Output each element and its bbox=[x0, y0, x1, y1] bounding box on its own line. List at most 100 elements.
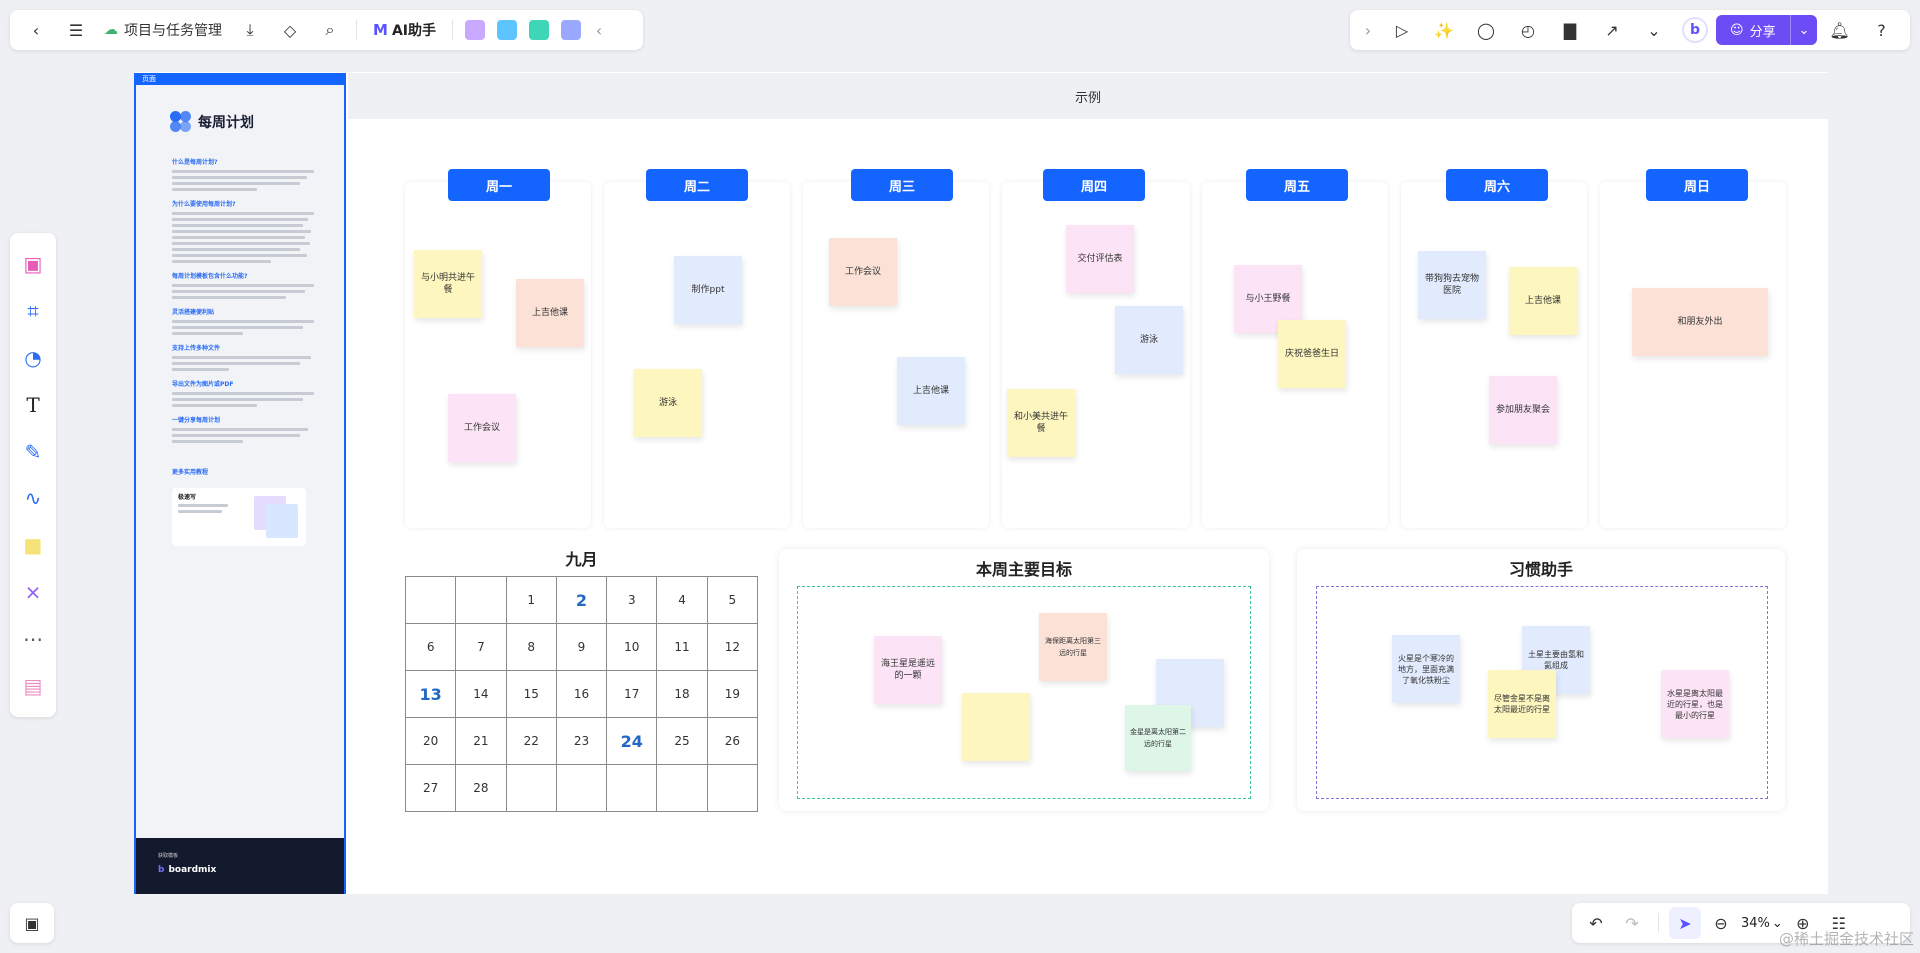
redo-button[interactable]: ↷ bbox=[1616, 907, 1648, 939]
habit-sticky-note[interactable]: 火星是个寒冷的地方，里面充满了氧化铁粉尘 bbox=[1392, 635, 1460, 703]
sticky-note[interactable]: 参加朋友聚会 bbox=[1489, 376, 1557, 444]
calendar-day-cell[interactable] bbox=[505, 764, 557, 812]
document-title[interactable]: ☁ 项目与任务管理 bbox=[96, 20, 230, 40]
sticky-note[interactable]: 带狗狗去宠物医院 bbox=[1418, 251, 1486, 319]
collapse-button[interactable]: ‹ bbox=[587, 10, 611, 50]
calendar-day-cell[interactable]: 11 bbox=[656, 623, 708, 671]
calendar-day-cell[interactable]: 14 bbox=[455, 670, 507, 718]
share-button[interactable]: ☺ 分享 ⌄ bbox=[1716, 15, 1818, 45]
share-main[interactable]: ☺ 分享 bbox=[1716, 21, 1790, 40]
calendar-day-cell[interactable]: 24 bbox=[606, 717, 658, 765]
calendar-day-cell[interactable]: 25 bbox=[656, 717, 708, 765]
sticky-note[interactable]: 工作会议 bbox=[448, 394, 516, 462]
back-button[interactable]: ‹ bbox=[16, 10, 56, 50]
calendar-day-cell[interactable] bbox=[404, 576, 457, 624]
search-button[interactable]: ⌕ bbox=[310, 10, 350, 50]
minimap-button[interactable]: ▣ bbox=[10, 903, 54, 943]
day-column-sat[interactable] bbox=[1401, 182, 1587, 528]
laser-button[interactable]: ↗ bbox=[1592, 10, 1632, 50]
day-header-fri[interactable]: 周五 bbox=[1246, 169, 1348, 201]
sticky-note[interactable]: 和朋友外出 bbox=[1632, 288, 1768, 356]
sticky-note[interactable]: 上吉他课 bbox=[897, 357, 965, 425]
calendar-day-cell[interactable]: 27 bbox=[404, 764, 457, 812]
calendar-day-cell[interactable]: 8 bbox=[505, 623, 557, 671]
day-header-tue[interactable]: 周二 bbox=[646, 169, 748, 201]
day-header-mon[interactable]: 周一 bbox=[448, 169, 550, 201]
calendar-day-cell[interactable]: 19 bbox=[706, 670, 759, 718]
vote-button[interactable]: ▇ bbox=[1550, 10, 1590, 50]
sticky-note[interactable]: 游泳 bbox=[634, 369, 702, 437]
download-button[interactable]: ⤓ bbox=[230, 10, 270, 50]
calendar-day-cell[interactable]: 20 bbox=[404, 717, 457, 765]
calendar-day-cell[interactable]: 17 bbox=[606, 670, 658, 718]
tutorial-card[interactable]: 极速写 bbox=[172, 488, 306, 546]
sticky-note[interactable]: 和小美共进午餐 bbox=[1007, 389, 1075, 457]
calendar-day-cell[interactable] bbox=[606, 764, 658, 812]
calendar-day-cell[interactable]: 21 bbox=[455, 717, 507, 765]
habit-sticky-note[interactable]: 尽管金星不是离太阳最近的行星 bbox=[1488, 670, 1556, 738]
undo-button[interactable]: ↶ bbox=[1580, 907, 1612, 939]
image-app-icon[interactable] bbox=[464, 20, 485, 40]
calendar-day-cell[interactable]: 9 bbox=[555, 623, 608, 671]
goal-sticky-note[interactable] bbox=[962, 693, 1030, 761]
calendar-day-cell[interactable]: 26 bbox=[706, 717, 759, 765]
calendar-day-cell[interactable] bbox=[455, 576, 507, 624]
goal-sticky-note[interactable]: 海王星是遥远的一颗 bbox=[874, 636, 942, 704]
tag-button[interactable]: ◇ bbox=[270, 10, 310, 50]
more-tools-button[interactable]: ⌄ bbox=[1634, 10, 1674, 50]
calendar-day-cell[interactable]: 13 bbox=[404, 670, 457, 718]
day-column-tue[interactable] bbox=[604, 182, 790, 528]
goal-sticky-note[interactable]: 海保距离太阳第三远的行星 bbox=[1039, 613, 1107, 681]
goal-sticky-note[interactable]: 金星是离太阳第二远的行星 bbox=[1125, 705, 1191, 771]
shape-tool[interactable]: ◔ bbox=[16, 341, 50, 375]
more-tutorials-link[interactable]: 更多实用教程 bbox=[172, 469, 314, 476]
expand-button[interactable]: › bbox=[1356, 10, 1380, 50]
habit-sticky-note[interactable]: 水星是离太阳最近的行星，也是最小的行星 bbox=[1661, 670, 1729, 738]
app-store-tool[interactable]: ▤ bbox=[16, 669, 50, 703]
text-tool[interactable]: T bbox=[16, 388, 50, 422]
chat-app-icon[interactable] bbox=[560, 20, 581, 40]
more-button[interactable]: ⋯ bbox=[16, 622, 50, 656]
calendar-day-cell[interactable] bbox=[706, 764, 759, 812]
sticky-note[interactable]: 上吉他课 bbox=[516, 279, 584, 347]
share-dropdown[interactable]: ⌄ bbox=[1789, 15, 1818, 45]
comment-button[interactable]: ◯ bbox=[1466, 10, 1506, 50]
pen-tool[interactable]: ✎ bbox=[16, 435, 50, 469]
sticky-note[interactable]: 游泳 bbox=[1115, 306, 1183, 374]
zoom-level[interactable]: 34% ⌄ bbox=[1741, 916, 1783, 931]
calendar-day-cell[interactable]: 5 bbox=[706, 576, 759, 624]
template-tool[interactable]: ▣ bbox=[16, 247, 50, 281]
day-header-sat[interactable]: 周六 bbox=[1446, 169, 1548, 201]
sticky-note[interactable]: 制作ppt bbox=[674, 256, 742, 324]
calendar-day-cell[interactable]: 3 bbox=[606, 576, 658, 624]
help-button[interactable]: ? bbox=[1861, 10, 1901, 50]
frame-tool[interactable]: ⌗ bbox=[16, 294, 50, 328]
calendar-day-cell[interactable]: 12 bbox=[706, 623, 759, 671]
day-header-sun[interactable]: 周日 bbox=[1646, 169, 1748, 201]
celebrate-button[interactable]: ✨ bbox=[1424, 10, 1464, 50]
sticky-note[interactable]: 与小明共进午餐 bbox=[414, 250, 482, 318]
sticky-note[interactable]: 上吉他课 bbox=[1509, 267, 1577, 335]
present-button[interactable]: ▷ bbox=[1382, 10, 1422, 50]
calendar-day-cell[interactable]: 23 bbox=[555, 717, 608, 765]
calendar-day-cell[interactable] bbox=[656, 764, 708, 812]
calendar-day-cell[interactable] bbox=[555, 764, 608, 812]
mindmap-tool[interactable]: ⨯ bbox=[16, 575, 50, 609]
calendar-day-cell[interactable]: 16 bbox=[555, 670, 608, 718]
day-column-mon[interactable] bbox=[405, 182, 591, 528]
frame-label[interactable]: 页面 bbox=[134, 73, 346, 85]
sticky-note-tool[interactable]: ■ bbox=[16, 528, 50, 562]
calendar-day-cell[interactable]: 4 bbox=[656, 576, 708, 624]
sticky-note[interactable]: 工作会议 bbox=[829, 238, 897, 306]
zoom-out-button[interactable]: ⊖ bbox=[1705, 907, 1737, 939]
sticky-note[interactable]: 交付评估表 bbox=[1066, 225, 1134, 293]
mindmap-app-icon[interactable] bbox=[528, 20, 549, 40]
sticky-note[interactable]: 庆祝爸爸生日 bbox=[1278, 320, 1346, 388]
notification-button[interactable]: 🔔︎ bbox=[1819, 10, 1859, 50]
calendar-day-cell[interactable]: 15 bbox=[505, 670, 557, 718]
day-header-wed[interactable]: 周三 bbox=[851, 169, 953, 201]
select-tool-button[interactable]: ➤ bbox=[1669, 907, 1701, 939]
timer-button[interactable]: ◴ bbox=[1508, 10, 1548, 50]
template-info-panel[interactable]: 每周计划 什么是每周计划? 为什么要使用每周计划? 每周计划模板包含什么功能? … bbox=[134, 85, 346, 894]
ai-assistant-button[interactable]: M AI助手 bbox=[363, 20, 446, 40]
